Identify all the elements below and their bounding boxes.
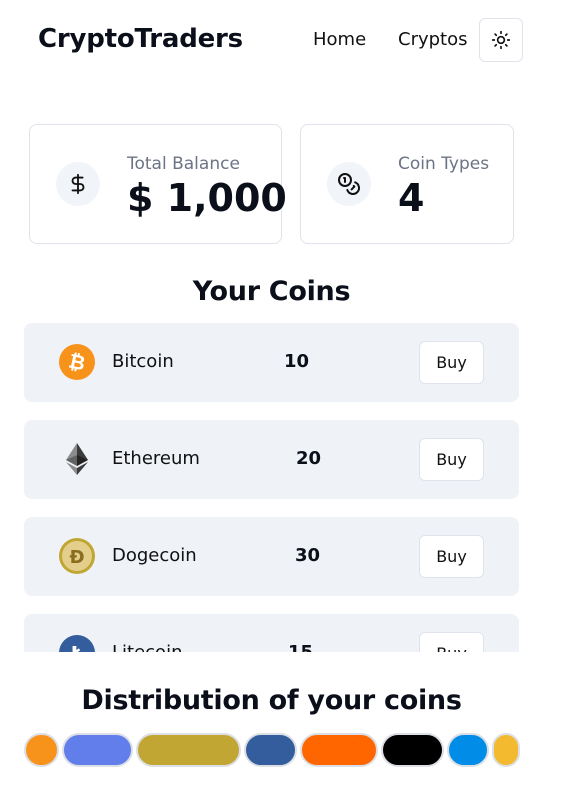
- total-balance-label: Total Balance: [127, 154, 240, 174]
- nav-link-home[interactable]: Home: [313, 29, 366, 50]
- your-coins-title: Your Coins: [192, 276, 351, 307]
- coin-amount: 30: [295, 545, 321, 566]
- coins-icon: [327, 162, 371, 206]
- nav-link-cryptos[interactable]: Cryptos: [398, 29, 468, 50]
- coin-row-bitcoin: ₿ Bitcoin 10 Buy: [24, 323, 519, 402]
- coin-types-label: Coin Types: [398, 154, 490, 174]
- coin-name: Dogecoin: [112, 545, 197, 566]
- navbar: CryptoTraders Home Cryptos: [0, 0, 566, 80]
- bitcoin-icon: ₿: [59, 344, 95, 380]
- distribution-segment[interactable]: [24, 733, 60, 767]
- distribution-segment[interactable]: [492, 733, 520, 767]
- buy-bitcoin-button[interactable]: Buy: [419, 341, 484, 384]
- distribution-segment[interactable]: [244, 733, 297, 767]
- svg-text:Ð: Ð: [69, 547, 84, 568]
- dogecoin-icon: Ð: [59, 538, 95, 574]
- sun-icon: [491, 30, 511, 50]
- total-balance-card: Total Balance $ 1,000: [29, 124, 287, 244]
- theme-toggle-button[interactable]: [479, 18, 523, 62]
- coin-row-litecoin: Ł Litecoin 15 Buy: [24, 614, 519, 652]
- coin-amount: 15: [288, 642, 313, 652]
- distribution-segment[interactable]: [446, 733, 490, 767]
- buy-ethereum-button[interactable]: Buy: [419, 438, 484, 481]
- coin-types-value: 4: [398, 176, 425, 220]
- buy-litecoin-button[interactable]: Buy: [419, 632, 484, 652]
- distribution-segment[interactable]: [380, 733, 444, 767]
- coin-amount: 20: [296, 448, 322, 469]
- coin-types-card: Coin Types 4: [300, 124, 514, 244]
- coin-amount: 10: [284, 351, 310, 372]
- buy-dogecoin-button[interactable]: Buy: [419, 535, 484, 578]
- coin-row-dogecoin: Ð Dogecoin 30 Buy: [24, 517, 519, 596]
- distribution-bar: [24, 733, 520, 767]
- coin-list[interactable]: ₿ Bitcoin 10 Buy Ethereum 20 Buy Ð Dogec…: [24, 323, 519, 652]
- dollar-icon: [56, 162, 100, 206]
- coin-name: Bitcoin: [112, 351, 174, 372]
- coin-name: Litecoin: [112, 642, 182, 652]
- coin-row-ethereum: Ethereum 20 Buy: [24, 420, 519, 499]
- total-balance-value: $ 1,000: [127, 176, 287, 220]
- distribution-title: Distribution of your coins: [81, 685, 462, 716]
- brand-logo[interactable]: CryptoTraders: [38, 24, 243, 54]
- distribution-segment[interactable]: [62, 733, 133, 767]
- litecoin-icon: Ł: [59, 635, 95, 652]
- distribution-segment[interactable]: [135, 733, 242, 767]
- ethereum-icon: [66, 443, 88, 475]
- distribution-segment[interactable]: [299, 733, 378, 767]
- svg-text:Ł: Ł: [70, 642, 84, 652]
- coin-name: Ethereum: [112, 448, 200, 469]
